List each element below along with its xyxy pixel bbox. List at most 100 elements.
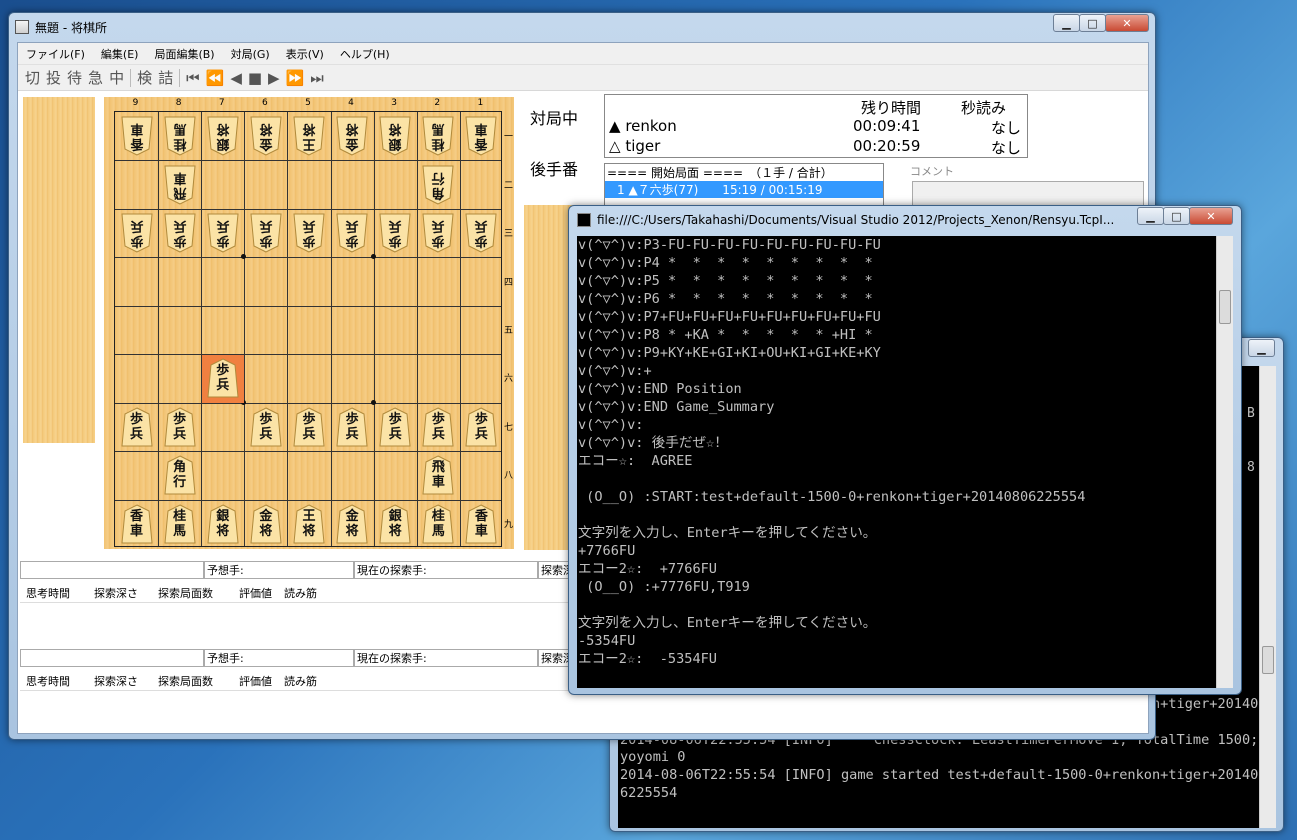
gote-piece[interactable]: 歩兵 xyxy=(163,212,197,254)
server-console-minimize-button[interactable]: ▁ xyxy=(1248,339,1275,357)
gote-komadai[interactable] xyxy=(23,97,95,443)
gote-piece[interactable]: 歩兵 xyxy=(206,212,240,254)
toolbar-button-4[interactable]: 中 xyxy=(106,67,127,88)
client-console-title: file:///C:/Users/Takahashi/Documents/Vis… xyxy=(597,213,1115,227)
sente-piece[interactable]: 歩兵 xyxy=(249,406,283,448)
toolbar-button-10[interactable]: ■ xyxy=(245,69,265,87)
sente-piece[interactable]: 金将 xyxy=(335,503,369,545)
gote-piece[interactable]: 香車 xyxy=(120,115,154,157)
piece-char: 銀 xyxy=(388,508,402,524)
gote-piece[interactable]: 歩兵 xyxy=(421,212,455,254)
engine2-col-eval[interactable]: 評価値 xyxy=(239,673,272,689)
sente-piece[interactable]: 歩兵 xyxy=(206,357,240,399)
sente-piece[interactable]: 歩兵 xyxy=(378,406,412,448)
console-close-button[interactable]: ✕ xyxy=(1189,207,1233,225)
engine1-col-eval[interactable]: 評価値 xyxy=(239,585,272,601)
gote-piece[interactable]: 歩兵 xyxy=(292,212,326,254)
gote-piece[interactable]: 桂馬 xyxy=(163,115,197,157)
gote-piece[interactable]: 歩兵 xyxy=(120,212,154,254)
sente-piece[interactable]: 金将 xyxy=(249,503,283,545)
console-maximize-button[interactable]: □ xyxy=(1163,207,1190,225)
grid-line xyxy=(115,451,501,453)
sente-piece[interactable]: 王将 xyxy=(292,503,326,545)
sente-piece[interactable]: 香車 xyxy=(120,503,154,545)
client-console-scroll-thumb[interactable] xyxy=(1219,290,1231,324)
toolbar-button-5[interactable]: 検 xyxy=(134,67,155,88)
gote-piece[interactable]: 角行 xyxy=(421,164,455,206)
engine1-col-nodes[interactable]: 探索局面数 xyxy=(158,585,213,601)
server-console-scroll-thumb[interactable] xyxy=(1262,646,1274,674)
sente-piece[interactable]: 歩兵 xyxy=(292,406,326,448)
toolbar-button-7[interactable]: ⏮ xyxy=(183,69,203,87)
sente-piece[interactable]: 角行 xyxy=(163,454,197,496)
gote-piece[interactable]: 銀将 xyxy=(206,115,240,157)
piece-char: 桂 xyxy=(431,136,445,152)
sente-piece[interactable]: 飛車 xyxy=(421,454,455,496)
gote-piece[interactable]: 歩兵 xyxy=(464,212,498,254)
sente-piece[interactable]: 桂馬 xyxy=(421,503,455,545)
sente-piece[interactable]: 歩兵 xyxy=(335,406,369,448)
toolbar-button-13[interactable]: ⏭ xyxy=(307,69,327,87)
gote-piece[interactable]: 金将 xyxy=(335,115,369,157)
minimize-button[interactable]: ▁ xyxy=(1053,14,1080,32)
engine1-col-time[interactable]: 思考時間 xyxy=(26,585,70,601)
menu-item-2[interactable]: 局面編集(B) xyxy=(146,46,222,62)
engine1-col-depth[interactable]: 探索深さ xyxy=(94,585,138,601)
close-button[interactable]: ✕ xyxy=(1105,14,1149,32)
gote-piece[interactable]: 飛車 xyxy=(163,164,197,206)
server-console-scrollbar[interactable] xyxy=(1259,366,1276,828)
console-line: +7766FU xyxy=(578,543,636,559)
sente-piece[interactable]: 香車 xyxy=(464,503,498,545)
tool-bar: 切投待急中検詰 ⏮ ⏪ ◀ ■ ▶ ⏩ ⏭ xyxy=(18,65,1148,91)
engine1-col-pv[interactable]: 読み筋 xyxy=(284,585,317,601)
shogi-title-bar[interactable]: 無題 - 将棋所 xyxy=(9,13,1155,41)
toolbar-button-2[interactable]: 待 xyxy=(64,67,85,88)
engine2-col-nodes[interactable]: 探索局面数 xyxy=(158,673,213,689)
toolbar-button-6[interactable]: 詰 xyxy=(155,67,176,88)
toolbar-button-0[interactable]: 切 xyxy=(22,67,43,88)
gote-piece[interactable]: 銀将 xyxy=(378,115,412,157)
gote-piece[interactable]: 金将 xyxy=(249,115,283,157)
shogi-caption-buttons: ▁ □ ✕ xyxy=(1053,14,1149,32)
gote-piece[interactable]: 桂馬 xyxy=(421,115,455,157)
sente-piece[interactable]: 銀将 xyxy=(378,503,412,545)
gote-piece[interactable]: 歩兵 xyxy=(378,212,412,254)
sente-piece[interactable]: 銀将 xyxy=(206,503,240,545)
toolbar-button-3[interactable]: 急 xyxy=(85,67,106,88)
menu-item-5[interactable]: ヘルプ(H) xyxy=(332,46,398,62)
piece-char: 将 xyxy=(388,523,402,539)
gote-piece[interactable]: 香車 xyxy=(464,115,498,157)
engine2-col-depth[interactable]: 探索深さ xyxy=(94,673,138,689)
toolbar-button-8[interactable]: ⏪ xyxy=(203,69,228,87)
gote-piece[interactable]: 歩兵 xyxy=(335,212,369,254)
piece-char: 兵 xyxy=(345,426,359,442)
sente-piece[interactable]: 歩兵 xyxy=(120,406,154,448)
engine2-col-pv[interactable]: 読み筋 xyxy=(284,673,317,689)
menu-item-4[interactable]: 表示(V) xyxy=(278,46,332,62)
console-minimize-button[interactable]: ▁ xyxy=(1137,207,1164,225)
gote-piece[interactable]: 王将 xyxy=(292,115,326,157)
toolbar-button-11[interactable]: ▶ xyxy=(265,69,283,87)
client-console-scrollbar[interactable] xyxy=(1216,236,1233,688)
maximize-button[interactable]: □ xyxy=(1079,14,1106,32)
console-line: 2014-08-06T22:55:54 [INFO] game started … xyxy=(620,767,1259,784)
gote-piece[interactable]: 歩兵 xyxy=(249,212,283,254)
shogi-board[interactable]: 香車桂馬銀将金将王将金将銀将桂馬香車飛車角行歩兵歩兵歩兵歩兵歩兵歩兵歩兵歩兵歩兵… xyxy=(104,97,514,549)
toolbar-button-1[interactable]: 投 xyxy=(43,67,64,88)
piece-char: 将 xyxy=(216,121,230,137)
menu-item-0[interactable]: ファイル(F) xyxy=(18,46,93,62)
sente-piece[interactable]: 歩兵 xyxy=(163,406,197,448)
toolbar-button-12[interactable]: ⏩ xyxy=(283,69,308,87)
menu-item-1[interactable]: 編集(E) xyxy=(93,46,147,62)
engine2-col-time[interactable]: 思考時間 xyxy=(26,673,70,689)
toolbar-button-9[interactable]: ◀ xyxy=(227,69,245,87)
sente-piece[interactable]: 桂馬 xyxy=(163,503,197,545)
clock-panel: 残り時間 秒読み ▲ renkon 00:09:41 なし △ tiger 00… xyxy=(604,94,1028,158)
board-grid[interactable]: 香車桂馬銀将金将王将金将銀将桂馬香車飛車角行歩兵歩兵歩兵歩兵歩兵歩兵歩兵歩兵歩兵… xyxy=(114,111,502,547)
menu-item-3[interactable]: 対局(G) xyxy=(223,46,278,62)
kifu-move-selected[interactable]: 1 ▲７六歩(77) 15:19 / 00:15:19 xyxy=(605,181,883,198)
console-line: 文字列を入力し、Enterキーを押してください。 xyxy=(578,525,877,541)
sente-piece[interactable]: 歩兵 xyxy=(464,406,498,448)
sente-piece[interactable]: 歩兵 xyxy=(421,406,455,448)
kifu-header[interactable]: ==== 開始局面 ==== （１手 / 合計） xyxy=(605,164,883,181)
